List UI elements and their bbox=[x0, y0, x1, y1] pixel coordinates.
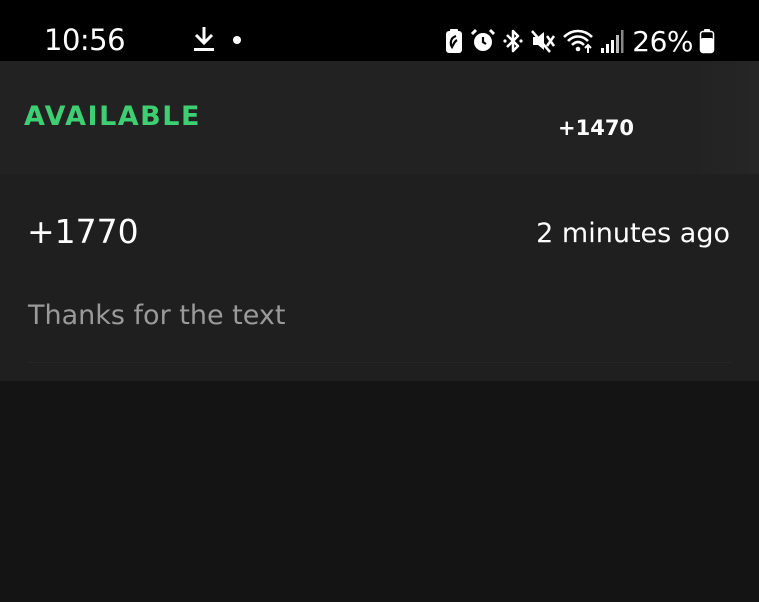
message-list-item[interactable]: +1770 2 minutes ago Thanks for the text bbox=[0, 174, 759, 381]
battery-icon bbox=[699, 28, 715, 54]
status-right-icons: 26% bbox=[444, 24, 715, 58]
message-divider bbox=[28, 362, 731, 363]
availability-status[interactable]: AVAILABLE bbox=[24, 101, 201, 132]
battery-percent: 26% bbox=[632, 24, 693, 58]
mute-icon bbox=[530, 28, 556, 54]
message-timestamp: 2 minutes ago bbox=[536, 218, 730, 249]
header-overflow-fade bbox=[689, 61, 759, 174]
message-sender: +1770 bbox=[27, 212, 139, 251]
alarm-icon bbox=[470, 28, 496, 54]
wifi-icon bbox=[562, 28, 594, 54]
status-time: 10:56 bbox=[44, 23, 126, 57]
bluetooth-icon bbox=[502, 28, 524, 54]
phone-number-selector[interactable]: +1470 bbox=[558, 116, 634, 140]
signal-icon bbox=[600, 28, 624, 54]
empty-list-area bbox=[0, 381, 759, 602]
notification-dot-icon bbox=[232, 32, 242, 50]
app-header: AVAILABLE +1470 bbox=[0, 61, 759, 174]
battery-saver-icon bbox=[444, 28, 464, 54]
download-icon bbox=[192, 25, 216, 58]
message-preview: Thanks for the text bbox=[28, 300, 286, 331]
status-bar: 10:56 26% bbox=[0, 0, 759, 61]
status-left-icons bbox=[192, 26, 242, 56]
